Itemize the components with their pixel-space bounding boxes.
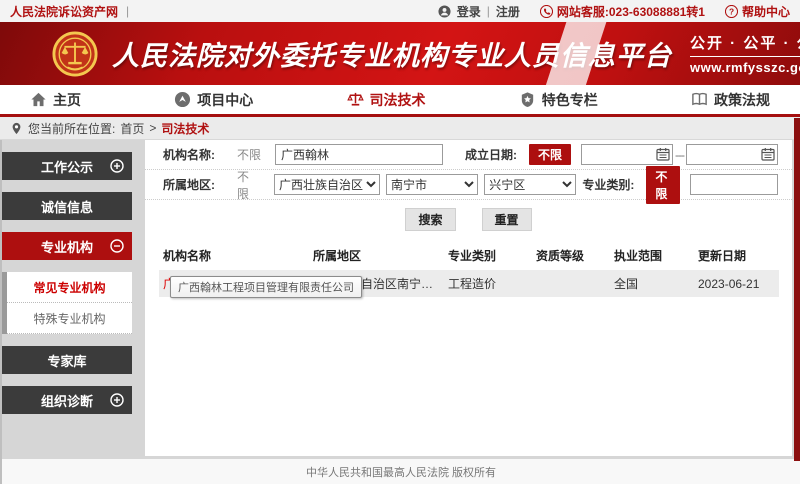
scales-icon: [347, 91, 364, 108]
founded-any-button[interactable]: 不限: [529, 144, 571, 165]
col-header-grade: 资质等级: [532, 241, 610, 270]
sidebar-item-label: 组织诊断: [41, 391, 93, 410]
col-header-scope: 执业范围: [610, 241, 694, 270]
nav-item-project-center[interactable]: 项目中心: [174, 90, 253, 110]
nav-label: 项目中心: [197, 90, 253, 110]
org-name-label: 机构名称:: [163, 146, 215, 163]
banner-url: www.rmfysszc.gov.cn: [690, 60, 800, 75]
site-banner: 人民法院对外委托专业机构专业人员信息平台 公开 · 公平 · 公正 www.rm…: [0, 22, 800, 85]
col-header-updated: 更新日期: [694, 241, 779, 270]
action-button-row: 搜索 重置: [145, 200, 792, 237]
sidebar: 工作公示 诚信信息 专业机构 常见专业机构 特殊专业机构 专家库 组织诊断: [2, 152, 132, 426]
separator: |: [126, 4, 129, 18]
breadcrumb-home[interactable]: 首页: [120, 120, 144, 137]
nav-item-judicial-tech[interactable]: 司法技术: [347, 90, 426, 110]
sidebar-item-label: 诚信信息: [41, 197, 93, 216]
sidebar-subitem-special-orgs[interactable]: 特殊专业机构: [7, 303, 132, 334]
region-district-select[interactable]: 兴宁区: [484, 174, 576, 195]
sidebar-item-expert-library[interactable]: 专家库: [2, 346, 132, 374]
main-nav: 主页 项目中心 司法技术 特色专栏 政策法规: [0, 85, 800, 117]
help-icon: ?: [725, 5, 738, 18]
banner-slogan: 公开 · 公平 · 公正: [690, 32, 800, 57]
home-icon: [30, 91, 47, 108]
register-link[interactable]: 注册: [496, 3, 520, 20]
org-category-cell: 工程造价: [444, 270, 532, 297]
filter-row-region: 所属地区: 不限 广西壮族自治区 南宁市 兴宁区 专业类别: 不限: [145, 170, 792, 200]
category-any-button[interactable]: 不限: [646, 166, 680, 204]
region-label: 所属地区:: [163, 176, 215, 193]
nav-item-policies[interactable]: 政策法规: [691, 90, 770, 110]
search-button[interactable]: 搜索: [405, 208, 455, 231]
org-name-input[interactable]: [275, 144, 443, 165]
category-input[interactable]: [690, 174, 778, 195]
nav-label: 司法技术: [370, 90, 426, 110]
breadcrumb-current: 司法技术: [161, 120, 209, 137]
date-range-separator: ---: [675, 148, 684, 162]
founded-date-label: 成立日期:: [465, 146, 517, 163]
hotline-text: 网站客服:023-63088881转1: [557, 3, 705, 20]
org-grade-cell: [532, 270, 610, 297]
nav-item-home[interactable]: 主页: [30, 90, 81, 110]
nav-label: 特色专栏: [542, 90, 598, 110]
copyright-text: 中华人民共和国最高人民法院 版权所有: [306, 464, 496, 480]
col-header-org-name: 机构名称: [159, 241, 309, 270]
sidebar-item-label: 工作公示: [41, 157, 93, 176]
sidebar-item-professional-orgs[interactable]: 专业机构: [2, 232, 132, 260]
nav-item-featured-column[interactable]: 特色专栏: [519, 90, 598, 110]
breadcrumb-separator: >: [149, 121, 156, 135]
court-emblem-icon: [52, 31, 98, 77]
top-utility-bar: 人民法院诉讼资产网 | 登录 | 注册 网站客服:023-63088881转1 …: [0, 0, 800, 22]
sidebar-item-label: 专业机构: [41, 237, 93, 256]
nav-label: 政策法规: [714, 90, 770, 110]
region-province-select[interactable]: 广西壮族自治区: [274, 174, 380, 195]
breadcrumb: 您当前所在位置: 首页 > 司法技术: [0, 117, 800, 140]
minus-circle-icon: [110, 239, 124, 253]
svg-text:?: ?: [729, 6, 734, 16]
platform-title: 人民法院对外委托专业机构专业人员信息平台: [112, 34, 672, 73]
help-center-link[interactable]: 帮助中心: [742, 3, 790, 20]
sidebar-item-work-publicity[interactable]: 工作公示: [2, 152, 132, 180]
sidebar-item-integrity-info[interactable]: 诚信信息: [2, 192, 132, 220]
project-icon: [174, 91, 191, 108]
user-icon: [438, 5, 451, 18]
scrollbar[interactable]: [794, 118, 800, 461]
nav-label: 主页: [53, 90, 81, 110]
org-scope-cell: 全国: [610, 270, 694, 297]
sidebar-item-org-diagnosis[interactable]: 组织诊断: [2, 386, 132, 414]
region-any-option[interactable]: 不限: [237, 168, 260, 202]
login-link[interactable]: 登录: [457, 3, 481, 20]
phone-icon: [540, 5, 553, 18]
org-name-any-option[interactable]: 不限: [237, 146, 261, 163]
plus-circle-icon: [110, 159, 124, 173]
location-pin-icon: [10, 122, 23, 135]
org-name-tooltip: 广西翰林工程项目管理有限责任公司: [170, 276, 362, 298]
sidebar-item-label: 专家库: [47, 351, 86, 370]
table-header-row: 机构名称 所属地区 专业类别 资质等级 执业范围 更新日期: [159, 241, 779, 270]
main-panel: 机构名称: 不限 成立日期: 不限 --- 所属地区: 不限: [145, 140, 792, 456]
calendar-icon[interactable]: [656, 147, 670, 161]
col-header-region: 所属地区: [309, 241, 444, 270]
region-city-select[interactable]: 南宁市: [386, 174, 478, 195]
org-updated-cell: 2023-06-21: [694, 270, 779, 297]
category-label: 专业类别:: [582, 176, 634, 193]
plus-circle-icon: [110, 393, 124, 407]
book-icon: [691, 91, 708, 108]
content-area: 工作公示 诚信信息 专业机构 常见专业机构 特殊专业机构 专家库 组织诊断: [0, 140, 800, 459]
sidebar-subitem-label: 特殊专业机构: [33, 310, 105, 327]
breadcrumb-prefix: 您当前所在位置:: [28, 120, 115, 137]
reset-button[interactable]: 重置: [482, 208, 532, 231]
badge-icon: [519, 91, 536, 108]
separator: |: [487, 4, 490, 18]
sidebar-submenu: 常见专业机构 特殊专业机构: [2, 272, 132, 334]
col-header-category: 专业类别: [444, 241, 532, 270]
sidebar-subitem-common-orgs[interactable]: 常见专业机构: [7, 272, 132, 303]
page-footer: 中华人民共和国最高人民法院 版权所有: [0, 459, 800, 484]
sidebar-subitem-label: 常见专业机构: [33, 279, 105, 296]
site-name-link[interactable]: 人民法院诉讼资产网: [10, 3, 118, 20]
calendar-icon[interactable]: [761, 147, 775, 161]
